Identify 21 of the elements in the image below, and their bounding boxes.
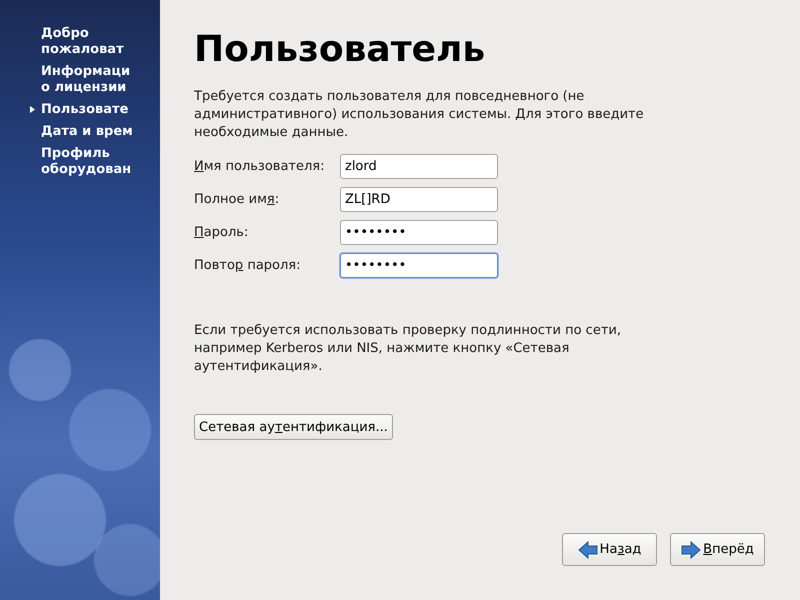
password-field[interactable]: ••••••••: [340, 253, 498, 278]
back-button[interactable]: Назад: [562, 533, 657, 566]
page-title: Пользователь: [194, 28, 486, 72]
text-field[interactable]: ZL[]RD: [340, 187, 498, 212]
forward-button[interactable]: Вперёд: [670, 533, 765, 566]
back-arrow-icon: [578, 540, 598, 558]
network-auth-button[interactable]: Сетевая аутентификация...: [194, 414, 393, 440]
sidebar-item: Дата и врем: [41, 124, 133, 140]
network-note: Если требуется использовать проверку подлинности по сети, например Kerberos или NIS, нажмите кнопку «Сетевая аутентификация».: [194, 322, 622, 376]
sidebar-item: Добро пожаловат: [41, 26, 124, 58]
field-label: Пароль:: [194, 225, 250, 240]
sidebar-item: Пользовате: [41, 102, 128, 118]
sidebar-item: Профиль оборудован: [41, 146, 132, 178]
field-label: Имя пользователя:: [194, 159, 326, 174]
sidebar-item: Информаци о лицензии: [41, 64, 130, 96]
password-field[interactable]: ••••••••: [340, 220, 498, 245]
intro-text: Требуется создать пользователя для повседневного (не административного) использования системы. Для этого введите необходимые данные.: [194, 88, 644, 142]
forward-arrow-icon: [681, 540, 702, 558]
field-label: Полное имя:: [194, 192, 280, 207]
text-field[interactable]: zlord: [340, 154, 498, 179]
field-label: Повтор пароля:: [194, 258, 302, 273]
